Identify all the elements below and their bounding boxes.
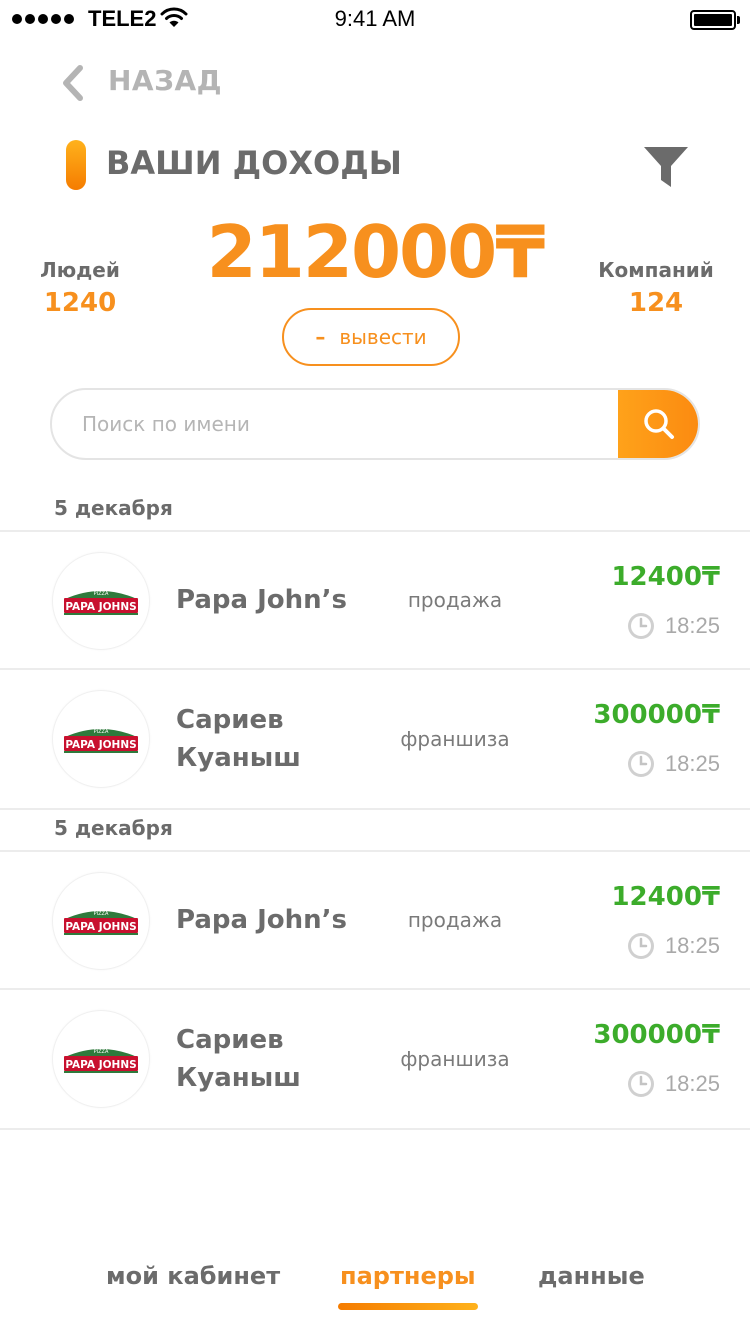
clock-icon [627, 933, 654, 959]
nav-data[interactable]: данные [538, 1262, 645, 1290]
time-text: 18:25 [664, 613, 720, 638]
transaction-amount: 12400₸ [611, 882, 720, 912]
transaction-time: 18:25 [627, 612, 720, 640]
time-text: 18:25 [664, 1071, 720, 1096]
transaction-time: 18:25 [627, 1070, 720, 1098]
status-time: 9:41 AM [334, 6, 416, 31]
svg-text:PIZZA: PIZZA [94, 1049, 109, 1055]
date-header: 5 декабря [0, 810, 750, 852]
active-tab-indicator [338, 1303, 478, 1310]
transaction-type: франшиза [400, 727, 510, 751]
search-button[interactable] [618, 390, 698, 458]
transaction-amount: 300000₸ [593, 700, 720, 730]
battery-tip [737, 16, 740, 24]
papa-johns-logo: PIZZA PAPA JOHNS [52, 872, 150, 970]
clock-icon [627, 1071, 654, 1097]
list-item[interactable]: PIZZA PAPA JOHNS Papa John’s продажа 124… [0, 852, 750, 990]
transaction-type: продажа [407, 908, 503, 932]
transaction-type: франшиза [400, 1047, 510, 1071]
transaction-name: Сариев Куаныш [176, 705, 301, 773]
title-accent-bar [66, 140, 86, 190]
companies-label: Компаний [598, 258, 714, 282]
transaction-amount: 12400₸ [611, 562, 720, 592]
nav-my-cabinet[interactable]: мой кабинет [106, 1262, 280, 1290]
clock-icon [627, 613, 654, 639]
battery-icon [690, 10, 736, 30]
transaction-name: Papa John’s [176, 905, 348, 935]
list-item[interactable]: PIZZA PAPA JOHNS Сариев Куаныш франшиза … [0, 990, 750, 1130]
search-input[interactable] [82, 390, 602, 458]
transaction-amount: 300000₸ [593, 1020, 720, 1050]
transaction-time: 18:25 [627, 932, 720, 960]
transaction-type: продажа [407, 588, 503, 612]
people-label: Людей [40, 258, 120, 282]
filter-icon[interactable] [642, 144, 690, 190]
svg-text:PIZZA: PIZZA [94, 729, 109, 735]
papa-johns-logo: PIZZA PAPA JOHNS [52, 690, 150, 788]
withdraw-label: вывести [339, 325, 427, 349]
date-header: 5 декабря [0, 490, 750, 532]
people-count: 1240 [43, 288, 117, 318]
papa-johns-logo: PIZZA PAPA JOHNS [52, 1010, 150, 1108]
svg-text:PAPA JOHNS: PAPA JOHNS [65, 601, 136, 613]
list-item[interactable]: PIZZA PAPA JOHNS Papa John’s продажа 124… [0, 532, 750, 670]
transactions-list: 5 декабря PIZZA PAPA JOHNS Papa John’s п… [0, 490, 750, 1130]
chevron-left-icon[interactable] [58, 64, 88, 102]
svg-text:PIZZA: PIZZA [94, 591, 109, 597]
total-income: 212000₸ [206, 210, 546, 294]
svg-text:PAPA JOHNS: PAPA JOHNS [65, 739, 136, 751]
papa-johns-logo: PIZZA PAPA JOHNS [52, 552, 150, 650]
withdraw-button[interactable]: – вывести [282, 308, 460, 366]
companies-count: 124 [628, 288, 684, 318]
status-bar: TELE2 9:41 AM [0, 0, 750, 40]
svg-text:PAPA JOHNS: PAPA JOHNS [65, 921, 136, 933]
svg-text:PAPA JOHNS: PAPA JOHNS [65, 1059, 136, 1071]
minus-icon: – [315, 325, 326, 349]
nav-partners[interactable]: партнеры [340, 1262, 476, 1290]
back-button[interactable]: НАЗАД [108, 64, 222, 97]
time-text: 18:25 [664, 933, 720, 958]
svg-text:PIZZA: PIZZA [94, 911, 109, 917]
clock-icon [627, 751, 654, 777]
transaction-name: Papa John’s [176, 585, 348, 615]
transaction-name: Сариев Куаныш [176, 1025, 301, 1093]
time-text: 18:25 [664, 751, 720, 776]
search-bar [50, 388, 700, 460]
list-item[interactable]: PIZZA PAPA JOHNS Сариев Куаныш франшиза … [0, 670, 750, 810]
transaction-time: 18:25 [627, 750, 720, 778]
page-title: ВАШИ ДОХОДЫ [106, 144, 402, 182]
search-icon [644, 409, 674, 439]
